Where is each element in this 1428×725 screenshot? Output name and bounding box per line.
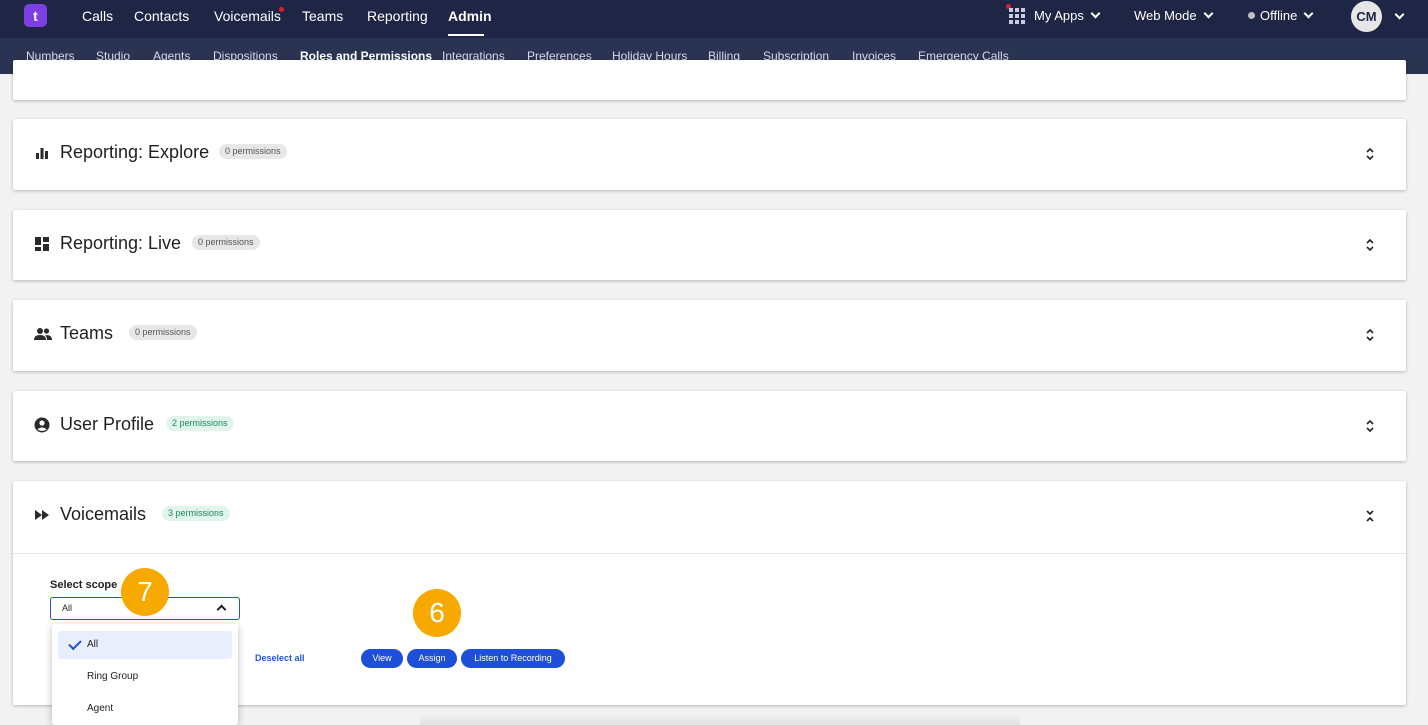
section-header[interactable]: Teams 0 permissions — [13, 300, 1406, 372]
expand-icon[interactable] — [1365, 327, 1375, 343]
section-header[interactable]: Voicemails 3 permissions — [13, 481, 1406, 553]
top-navigation-bar: t Calls Contacts Voicemails Teams Report… — [0, 0, 1428, 38]
step-marker-7: 7 — [121, 568, 169, 616]
section-title: Teams — [60, 323, 114, 343]
scope-dropdown-menu: All Ring Group Agent — [52, 624, 238, 725]
permission-section-reporting-explore[interactable]: Reporting: Explore 0 permissions — [13, 119, 1406, 190]
web-mode-menu[interactable]: Web Mode — [1134, 0, 1214, 38]
my-apps-label: My Apps — [1034, 8, 1084, 23]
section-title: User Profile — [60, 414, 155, 434]
section-title: Voicemails — [60, 504, 147, 524]
chevron-down-icon — [1303, 8, 1314, 19]
scope-select-value: All — [62, 603, 73, 613]
bottom-shadow — [420, 714, 1020, 725]
expand-icon[interactable] — [1365, 237, 1375, 253]
collapse-icon[interactable] — [1365, 508, 1375, 524]
section-title: Reporting: Live — [60, 233, 182, 253]
fast-forward-icon — [35, 510, 49, 520]
step-marker-6: 6 — [413, 589, 461, 637]
permission-chip-listen-to-recording[interactable]: Listen to Recording — [461, 649, 565, 668]
chevron-up-icon — [216, 604, 227, 615]
option-label: Agent — [87, 703, 114, 714]
permission-count-badge: 3 permissions — [162, 506, 230, 521]
avatar[interactable]: CM — [1351, 1, 1382, 32]
chevron-down-icon — [1203, 8, 1214, 19]
section-divider — [13, 553, 1406, 554]
section-title: Reporting: Explore — [60, 142, 210, 162]
scope-option-agent[interactable]: Agent — [58, 695, 232, 723]
nav-voicemails[interactable]: Voicemails — [214, 0, 281, 38]
dashboard-icon — [35, 237, 49, 251]
nav-reporting[interactable]: Reporting — [367, 0, 428, 38]
nav-calls[interactable]: Calls — [82, 0, 113, 38]
apps-grid-icon[interactable] — [1009, 8, 1025, 24]
permission-chip-view[interactable]: View — [361, 649, 403, 668]
app-logo[interactable]: t — [24, 4, 47, 27]
permission-count-badge: 2 permissions — [166, 416, 234, 431]
scope-option-all[interactable]: All — [58, 631, 232, 659]
status-label: Offline — [1260, 8, 1298, 23]
checkmark-icon — [68, 636, 82, 651]
account-circle-icon — [34, 417, 50, 433]
nav-admin[interactable]: Admin — [448, 0, 492, 38]
status-menu[interactable]: Offline — [1248, 0, 1314, 38]
expand-icon[interactable] — [1365, 418, 1375, 434]
section-header[interactable]: Reporting: Live 0 permissions — [13, 210, 1406, 282]
permission-count-badge: 0 permissions — [219, 144, 287, 159]
permission-section-reporting-live[interactable]: Reporting: Live 0 permissions — [13, 210, 1406, 280]
status-dot-icon — [1248, 12, 1255, 19]
my-apps-menu[interactable]: My Apps — [1034, 0, 1101, 38]
avatar-menu[interactable] — [1388, 0, 1405, 38]
select-scope-label: Select scope — [50, 579, 118, 591]
chevron-down-icon — [1090, 8, 1101, 19]
permission-section-teams[interactable]: Teams 0 permissions — [13, 300, 1406, 371]
bar-chart-icon — [36, 148, 48, 159]
permission-chip-assign[interactable]: Assign — [407, 649, 457, 668]
section-header[interactable]: User Profile 2 permissions — [13, 391, 1406, 463]
web-mode-label: Web Mode — [1134, 8, 1197, 23]
permission-count-badge: 0 permissions — [129, 325, 197, 340]
chevron-down-icon — [1394, 9, 1405, 20]
permission-section-user-profile[interactable]: User Profile 2 permissions — [13, 391, 1406, 461]
deselect-all-link[interactable]: Deselect all — [255, 653, 305, 663]
nav-contacts[interactable]: Contacts — [134, 0, 189, 38]
permission-section-partial — [13, 60, 1406, 100]
expand-icon[interactable] — [1365, 146, 1375, 162]
people-icon — [34, 328, 52, 340]
nav-teams[interactable]: Teams — [302, 0, 343, 38]
active-nav-indicator — [448, 34, 484, 36]
section-header[interactable]: Reporting: Explore 0 permissions — [13, 119, 1406, 191]
voicemails-notification-dot — [279, 7, 284, 12]
scope-option-ring-group[interactable]: Ring Group — [58, 663, 232, 691]
option-label: Ring Group — [87, 671, 139, 682]
option-label: All — [87, 639, 99, 650]
permission-count-badge: 0 permissions — [192, 235, 260, 250]
